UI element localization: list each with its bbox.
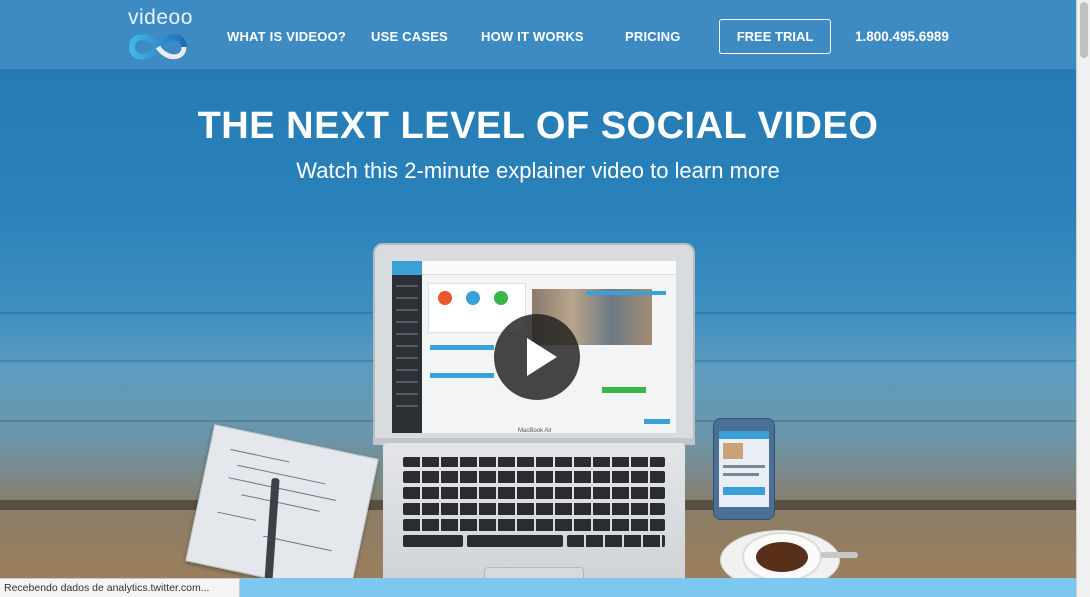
top-navbar: videoo WHAT IS VIDEOO? USE CASES HOW IT … — [0, 0, 1076, 70]
free-trial-button[interactable]: FREE TRIAL — [719, 19, 831, 54]
notebook-scribble — [241, 494, 320, 512]
nav-link-pricing[interactable]: PRICING — [625, 29, 681, 44]
nav-link-how-it-works[interactable]: HOW IT WORKS — [481, 29, 584, 44]
phone-thumbnail — [723, 443, 743, 459]
phone-number[interactable]: 1.800.495.6989 — [855, 29, 949, 44]
app-sidebar-row — [396, 333, 418, 335]
laptop-keyboard — [403, 457, 665, 557]
app-sidebar-row — [396, 405, 418, 407]
notebook-scribble — [230, 448, 290, 463]
browser-status-bar: Recebendo dados de analytics.twitter.com… — [0, 578, 240, 597]
keyboard-row — [403, 503, 665, 515]
logo-text: videoo — [128, 6, 193, 29]
app-progress-bar — [430, 373, 494, 378]
app-sidebar-row — [396, 285, 418, 287]
nav-link-what-is-videoo[interactable]: WHAT IS VIDEOO? — [227, 29, 346, 44]
infinity-logo-icon — [128, 34, 188, 60]
app-logo — [392, 261, 422, 275]
app-sidebar-row — [396, 369, 418, 371]
hero-section: videoo WHAT IS VIDEOO? USE CASES HOW IT … — [0, 0, 1076, 597]
app-green-button — [602, 387, 646, 393]
app-sidebar-row — [396, 381, 418, 383]
keyboard-key — [403, 535, 463, 547]
app-sidebar-row — [396, 321, 418, 323]
coffee-cup — [742, 532, 822, 582]
phone-button — [723, 487, 765, 495]
spoon-image — [820, 552, 858, 558]
app-sidebar-row — [396, 345, 418, 347]
app-sidebar-row — [396, 357, 418, 359]
phone-text-line — [723, 465, 765, 468]
app-sidebar — [392, 275, 422, 433]
phone-app-header — [719, 431, 769, 439]
app-sidebar-row — [396, 309, 418, 311]
phone-text-line — [723, 473, 759, 476]
smartphone-image — [713, 418, 775, 520]
page-scrollbar[interactable] — [1076, 0, 1090, 597]
laptop-base — [383, 443, 685, 597]
coffee-liquid — [756, 542, 808, 572]
notebook-image — [185, 424, 379, 596]
laptop-brand-label: MacBook Air — [518, 428, 552, 434]
notebook-scribble — [217, 511, 257, 521]
app-footer-button — [644, 419, 670, 424]
app-stat-icons — [438, 291, 508, 305]
hero-subtitle: Watch this 2-minute explainer video to l… — [296, 158, 780, 183]
site-logo[interactable]: videoo — [128, 6, 193, 64]
app-header-buttons — [586, 291, 666, 295]
scrollbar-thumb[interactable] — [1080, 2, 1088, 58]
play-icon — [527, 338, 557, 376]
keyboard-row — [403, 519, 665, 531]
keyboard-row — [403, 457, 665, 467]
keyboard-spacebar — [467, 535, 563, 547]
app-progress-bar — [430, 345, 494, 350]
app-topbar — [392, 261, 676, 275]
app-sidebar-row — [396, 393, 418, 395]
nav-link-use-cases[interactable]: USE CASES — [371, 29, 448, 44]
hero-title: THE NEXT LEVEL OF SOCIAL VIDEO — [197, 105, 879, 147]
phone-screen — [719, 431, 769, 507]
keyboard-row — [403, 471, 665, 483]
notebook-scribble — [228, 477, 337, 502]
keyboard-row — [567, 535, 665, 547]
video-play-button[interactable] — [494, 314, 580, 400]
keyboard-row — [403, 487, 665, 499]
app-sidebar-row — [396, 297, 418, 299]
bottom-accent-strip — [240, 578, 1076, 597]
